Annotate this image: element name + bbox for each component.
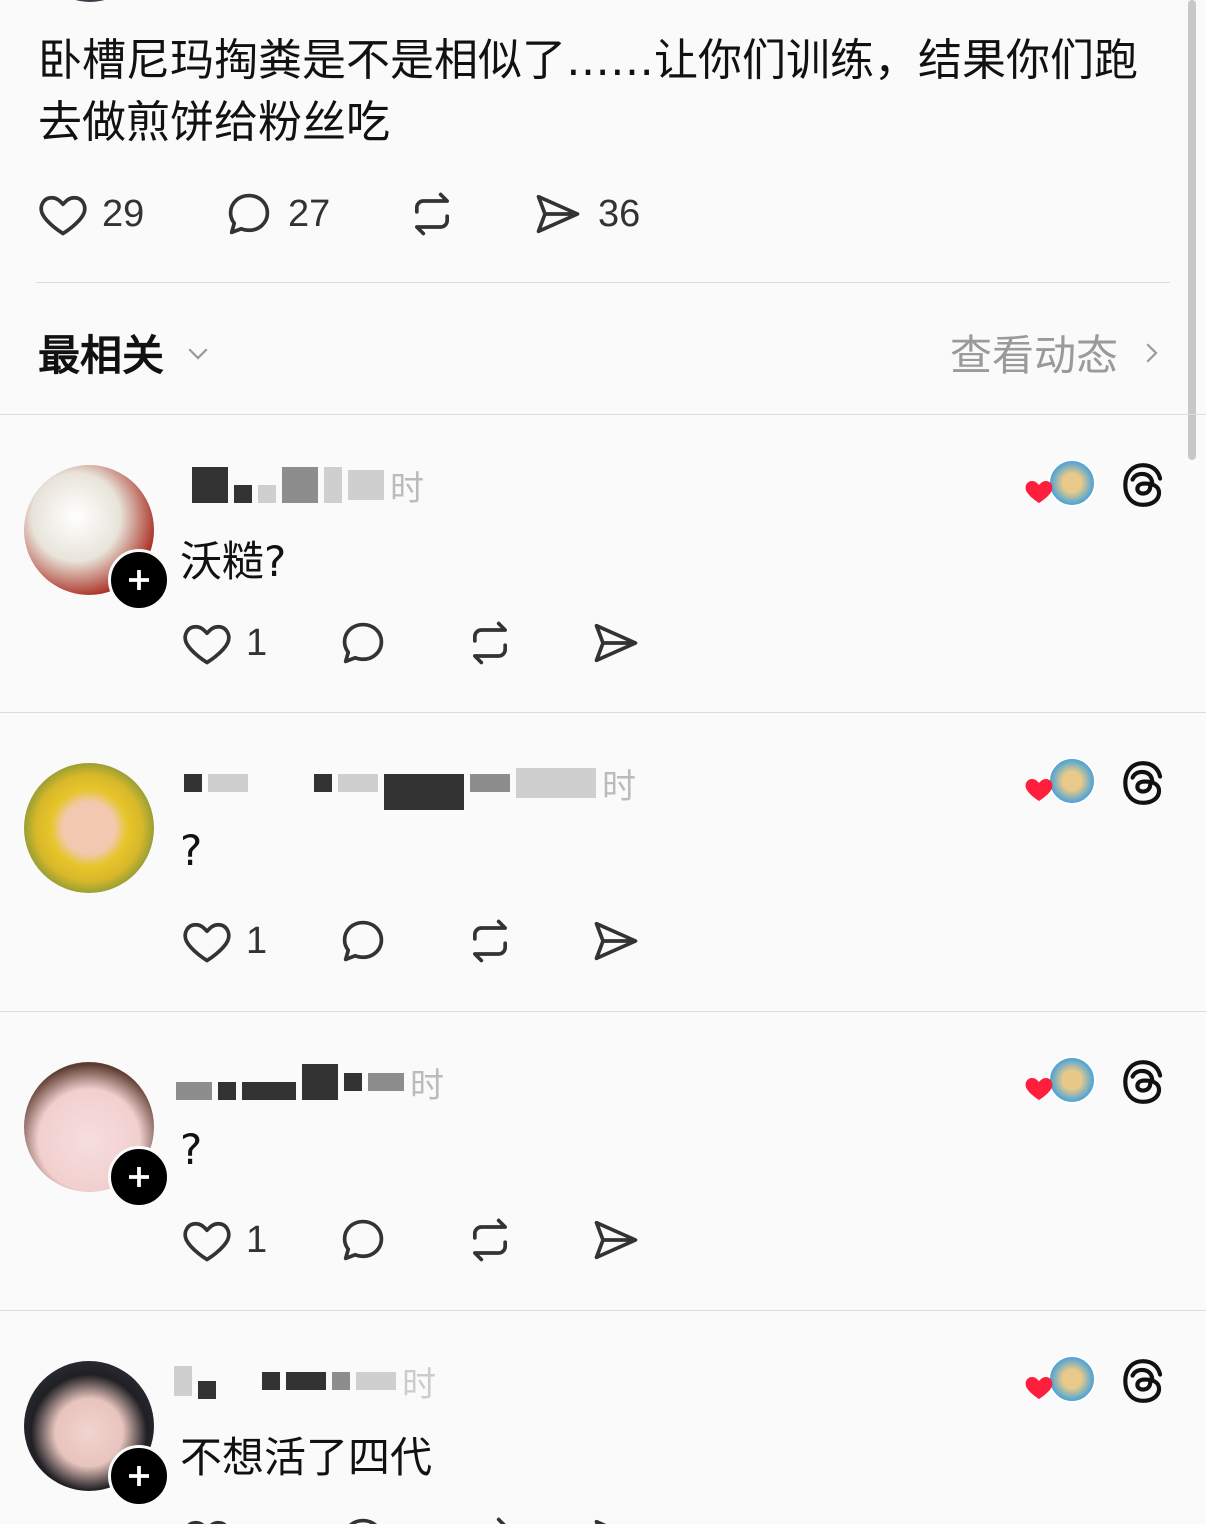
like-count: 1 (246, 1218, 268, 1261)
avatar[interactable] (24, 763, 154, 893)
timestamp-suffix: 时 (602, 766, 636, 807)
like-button[interactable]: 1 (180, 1214, 267, 1266)
comment-item: 时 沃糙? 1 (0, 415, 1206, 713)
comment-item: 时 ? 1 (0, 713, 1206, 1011)
send-icon (594, 1519, 607, 1524)
repost-button[interactable] (462, 617, 518, 669)
share-button[interactable] (588, 617, 644, 669)
repost-icon (472, 919, 508, 963)
plus-icon (129, 570, 149, 590)
share-button[interactable] (588, 915, 644, 967)
like-count: 29 (102, 192, 145, 235)
repost-button[interactable] (462, 1214, 518, 1266)
author-liked-badge (1022, 1054, 1096, 1110)
like-button[interactable]: 1 (180, 617, 267, 669)
view-activity-label: 查看动态 (949, 331, 1118, 380)
heart-filled-icon (1025, 779, 1053, 801)
share-button[interactable]: 36 (530, 188, 640, 240)
heart-icon (183, 624, 231, 665)
like-count: 1 (246, 621, 268, 664)
chevron-right-icon (1146, 342, 1158, 363)
follow-button[interactable] (108, 1146, 170, 1208)
view-activity-link[interactable]: 查看动态 (950, 322, 1166, 383)
like-button[interactable]: 29 (36, 188, 144, 240)
sort-label: 最相关 (38, 331, 165, 380)
send-icon (594, 1220, 638, 1260)
repost-icon (414, 192, 450, 236)
like-button[interactable] (180, 1513, 234, 1524)
post-text: 卧槽尼玛掏粪是不是相似了……让你们训练，结果你们跑去做煎饼给粉丝吃 (38, 35, 1138, 148)
send-icon (594, 623, 638, 663)
top-avatar-edge (60, 0, 120, 2)
repost-button[interactable] (462, 915, 518, 967)
sort-dropdown[interactable]: 最相关 (38, 322, 218, 383)
repost-icon (472, 621, 508, 665)
heart-filled-icon (1025, 481, 1053, 503)
timestamp-suffix: 时 (410, 1065, 444, 1106)
comment-icon (342, 920, 384, 962)
like-count: 1 (246, 919, 268, 962)
comment-count: 27 (288, 192, 331, 235)
repost-button[interactable] (462, 1513, 518, 1524)
threads-icon[interactable] (1118, 757, 1168, 809)
share-button[interactable] (588, 1513, 644, 1524)
send-icon (594, 921, 638, 961)
heart-filled-icon (1025, 1377, 1053, 1399)
comment-button[interactable] (336, 1214, 390, 1266)
author-liked-badge (1022, 1353, 1096, 1409)
comment-text: 沃糙? (180, 537, 287, 586)
heart-icon (183, 1221, 231, 1262)
comment-item: 时 ? 1 (0, 1012, 1206, 1310)
heart-icon (183, 922, 231, 963)
plus-icon (129, 1167, 149, 1187)
repost-icon (472, 1218, 508, 1262)
comment-button[interactable] (336, 915, 390, 967)
share-button[interactable] (588, 1214, 644, 1266)
timestamp-suffix: 时 (402, 1364, 436, 1405)
username-blurred: 时 (192, 465, 424, 509)
comment-text: ? (180, 1125, 203, 1174)
comment-button[interactable] (336, 617, 390, 669)
comment-icon (342, 622, 384, 664)
author-liked-badge (1022, 755, 1096, 811)
follow-button[interactable] (108, 1445, 170, 1507)
follow-button[interactable] (108, 549, 170, 611)
comment-text: ? (180, 826, 203, 875)
divider (36, 282, 1170, 283)
comment-icon (348, 1518, 378, 1524)
comment-button[interactable] (336, 1513, 390, 1524)
author-liked-badge (1022, 457, 1096, 513)
send-icon (536, 194, 580, 234)
comment-item: 时 不想活了四代 (0, 1311, 1206, 1524)
comment-icon (228, 193, 270, 235)
scrollbar[interactable] (1188, 0, 1196, 460)
chevron-down-icon (188, 347, 208, 360)
repost-button[interactable] (404, 188, 460, 240)
timestamp-suffix: 时 (390, 468, 424, 509)
repost-icon (496, 1517, 506, 1524)
heart-icon (187, 1520, 227, 1524)
threads-icon[interactable] (1118, 1355, 1168, 1407)
username-blurred: 时 (184, 763, 636, 810)
threads-icon[interactable] (1118, 459, 1168, 511)
username-blurred: 时 (176, 1062, 444, 1106)
comment-icon (342, 1219, 384, 1261)
threads-icon[interactable] (1118, 1056, 1168, 1108)
share-count: 36 (598, 192, 641, 235)
comment-text: 不想活了四代 (180, 1433, 433, 1482)
heart-icon (39, 195, 87, 236)
heart-filled-icon (1025, 1078, 1053, 1100)
comment-button[interactable]: 27 (222, 188, 330, 240)
username-blurred: 时 (174, 1361, 436, 1405)
like-button[interactable]: 1 (180, 915, 267, 967)
plus-icon (129, 1466, 149, 1486)
